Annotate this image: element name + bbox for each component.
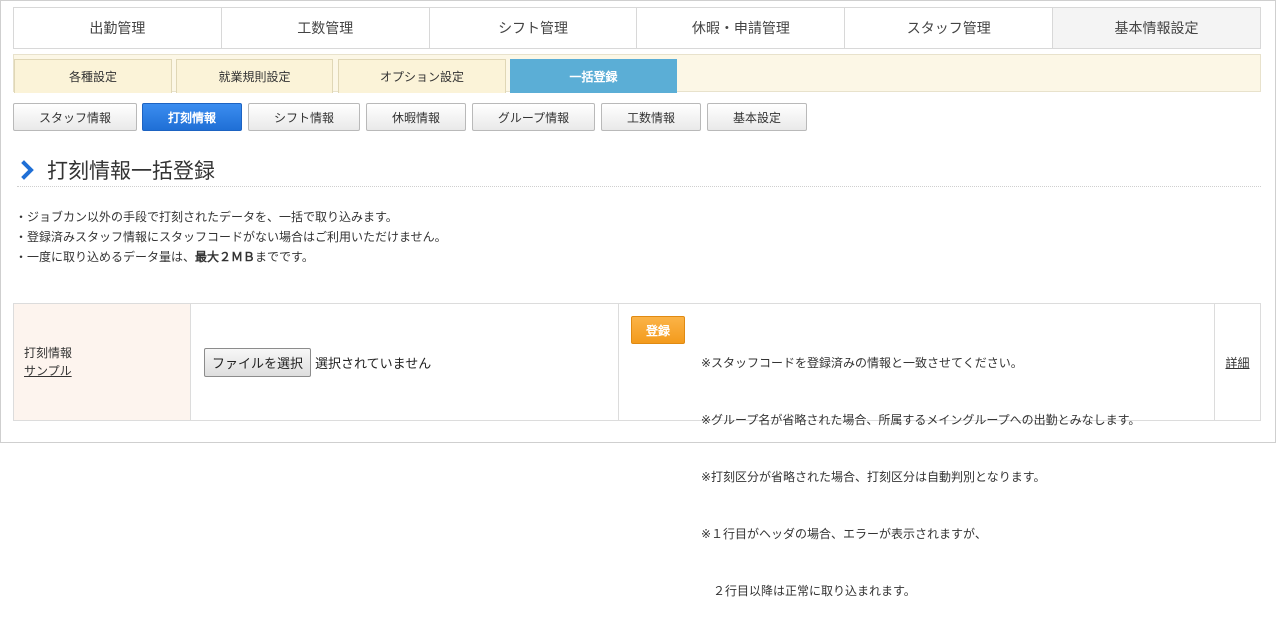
detail-cell: 詳細 bbox=[1215, 304, 1260, 420]
page-heading: 打刻情報一括登録 bbox=[17, 153, 1261, 187]
main-tab-manhour[interactable]: 工数管理 bbox=[221, 8, 430, 48]
file-cell: ファイルを選択 選択されていません bbox=[191, 304, 619, 420]
tab-group-info[interactable]: グループ情報 bbox=[472, 103, 595, 131]
sub-tab-various-settings[interactable]: 各種設定 bbox=[14, 59, 172, 93]
file-status: 選択されていません bbox=[315, 356, 432, 372]
register-note: ※スタッフコードを登録済みの情報と一致させてください。 bbox=[701, 356, 1023, 370]
note-line: ・一度に取り込めるデータ量は、最大２ＭＢまでです。 bbox=[15, 250, 314, 264]
register-notes: ※スタッフコードを登録済みの情報と一致させてください。 ※グループ名が省略された… bbox=[701, 316, 1140, 598]
page-title: 打刻情報一括登録 bbox=[47, 158, 215, 183]
upload-table: 打刻情報 サンプル ファイルを選択 選択されていません 登録 ※スタッフコードを… bbox=[13, 303, 1261, 598]
tab-leave-info[interactable]: 休暇情報 bbox=[366, 103, 466, 131]
sub-tab-work-rules[interactable]: 就業規則設定 bbox=[176, 59, 333, 93]
row-label: 打刻情報 bbox=[24, 346, 73, 360]
main-tab-attendance[interactable]: 出勤管理 bbox=[14, 8, 222, 48]
register-note: ２行目以降は正常に取り込まれます。 bbox=[701, 584, 916, 598]
choose-file-button[interactable]: ファイルを選択 bbox=[204, 347, 312, 377]
tab-shift-info[interactable]: シフト情報 bbox=[248, 103, 360, 131]
main-nav: 出勤管理 工数管理 シフト管理 休暇・申請管理 スタッフ管理 基本情報設定 bbox=[13, 7, 1261, 49]
main-tab-shift[interactable]: シフト管理 bbox=[429, 8, 638, 48]
tab-stamp-info[interactable]: 打刻情報 bbox=[142, 103, 242, 131]
tab-basic-settings[interactable]: 基本設定 bbox=[707, 103, 807, 131]
main-tab-staff[interactable]: スタッフ管理 bbox=[845, 8, 1054, 48]
tab-manhour-info[interactable]: 工数情報 bbox=[601, 103, 701, 131]
note-line: ・登録済みスタッフ情報にスタッフコードがない場合はご利用いただけません。 bbox=[15, 230, 447, 244]
sample-link[interactable]: サンプル bbox=[24, 364, 72, 378]
note-line: ・ジョブカン以外の手段で打刻されたデータを、一括で取り込みます。 bbox=[15, 210, 398, 224]
label-cell: 打刻情報 サンプル bbox=[14, 304, 191, 420]
main-tab-leave[interactable]: 休暇・申請管理 bbox=[637, 8, 846, 48]
register-note: ※打刻区分が省略された場合、打刻区分は自動判別となります。 bbox=[701, 470, 1046, 484]
register-button[interactable]: 登録 bbox=[631, 316, 685, 344]
size-limit: 最大２ＭＢ bbox=[195, 250, 256, 264]
sub-tab-bulk-register[interactable]: 一括登録 bbox=[510, 59, 677, 93]
register-cell: 登録 ※スタッフコードを登録済みの情報と一致させてください。 ※グループ名が省略… bbox=[619, 304, 1215, 598]
chevron-right-icon bbox=[21, 159, 34, 180]
tab-staff-info[interactable]: スタッフ情報 bbox=[13, 103, 137, 131]
usage-notes: ・ジョブカン以外の手段で打刻されたデータを、一括で取り込みます。 ・登録済みスタ… bbox=[15, 207, 447, 267]
register-note: ※グループ名が省略された場合、所属するメイングループへの出勤とみなします。 bbox=[701, 413, 1141, 427]
register-note: ※１行目がヘッダの場合、エラーが表示されますが、 bbox=[701, 527, 987, 541]
sub-nav: 各種設定 就業規則設定 オプション設定 一括登録 bbox=[13, 54, 1261, 93]
detail-link[interactable]: 詳細 bbox=[1225, 354, 1249, 371]
sub-tab-options[interactable]: オプション設定 bbox=[338, 59, 506, 93]
page-frame: 出勤管理 工数管理 シフト管理 休暇・申請管理 スタッフ管理 基本情報設定 各種… bbox=[0, 0, 1276, 598]
main-tab-basic-settings[interactable]: 基本情報設定 bbox=[1053, 8, 1260, 48]
